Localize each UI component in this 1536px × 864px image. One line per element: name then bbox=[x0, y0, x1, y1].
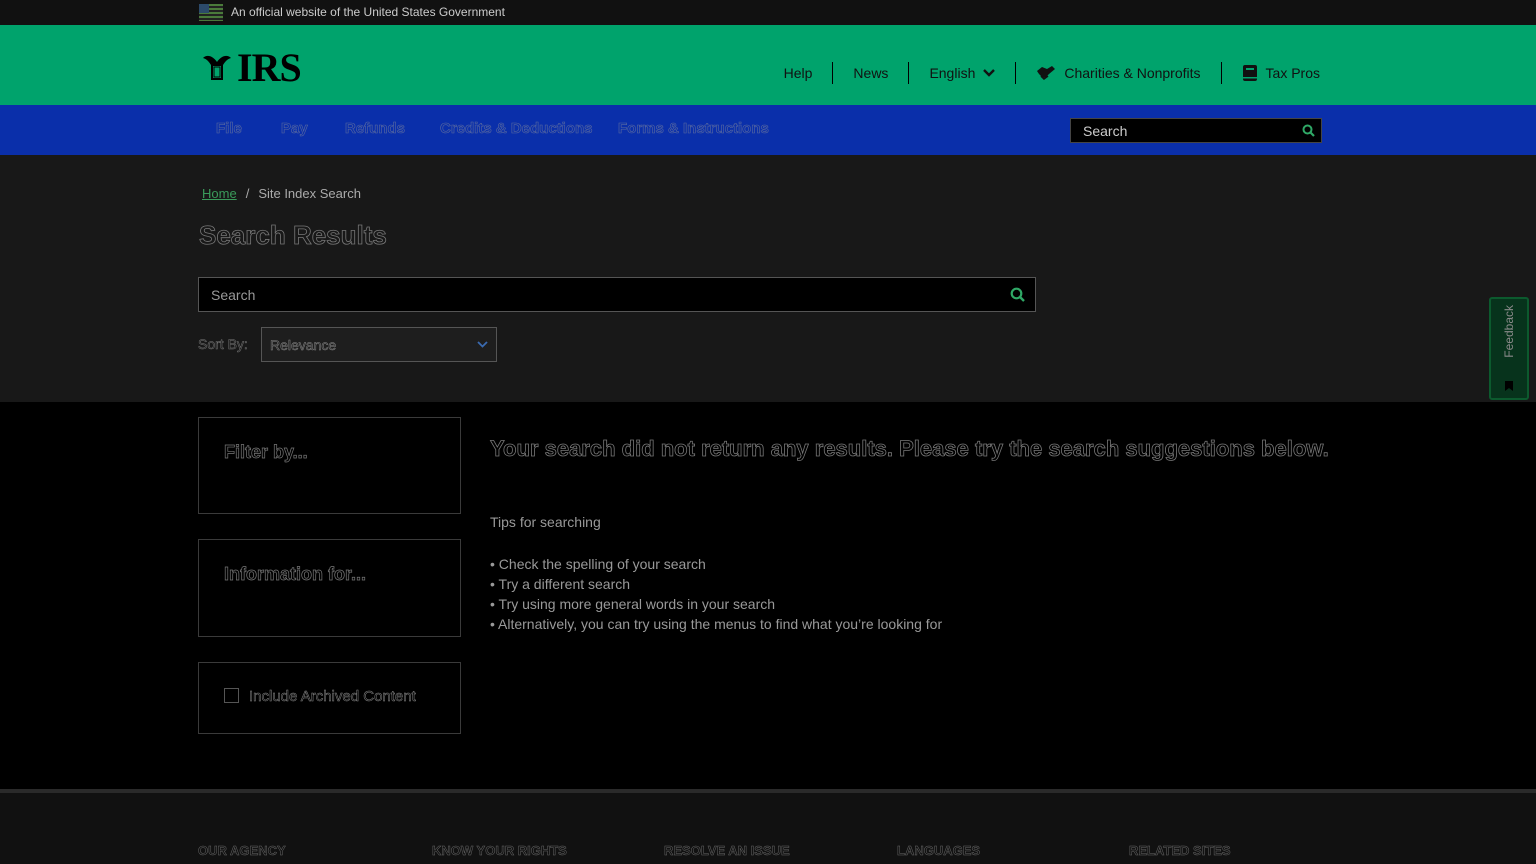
site-footer: Our Agency Know Your Rights Resolve an I… bbox=[0, 789, 1536, 864]
archived-content-label[interactable]: Include Archived Content bbox=[249, 688, 416, 706]
tip-item: • Check the spelling of your search bbox=[490, 556, 706, 572]
tip-item: • Alternatively, you can try using the m… bbox=[490, 616, 943, 632]
help-label: Help bbox=[783, 65, 813, 81]
nav-refunds[interactable]: Refunds bbox=[345, 120, 406, 138]
tip-item: • Try using more general words in your s… bbox=[490, 596, 776, 612]
nav-search-input[interactable] bbox=[1071, 122, 1295, 139]
nav-search-box bbox=[1070, 118, 1322, 143]
logo-text: IRS bbox=[237, 45, 302, 90]
breadcrumb-separator: / bbox=[245, 186, 250, 201]
sort-select[interactable]: Relevance bbox=[261, 327, 497, 362]
nav-credits-deductions[interactable]: Credits & Deductions bbox=[440, 120, 593, 138]
footer-heading-languages: Languages bbox=[897, 843, 981, 859]
filter-by-panel: Filter by... bbox=[198, 417, 461, 514]
utility-nav: Help News English Charities & Nonprofits… bbox=[764, 62, 1320, 84]
breadcrumb-current: Site Index Search bbox=[258, 186, 361, 201]
site-header: IRS Help News English Charities & Nonpro… bbox=[0, 25, 1536, 105]
language-label: English bbox=[929, 65, 976, 81]
feedback-icon bbox=[1505, 381, 1513, 391]
information-for-title[interactable]: Information for... bbox=[224, 564, 367, 585]
charities-link[interactable]: Charities & Nonprofits bbox=[1015, 62, 1220, 84]
tips-title: Tips for searching bbox=[490, 514, 601, 530]
search-icon bbox=[1302, 124, 1315, 137]
news-link[interactable]: News bbox=[832, 62, 908, 84]
news-label: News bbox=[853, 65, 889, 81]
page-title: Search Results bbox=[199, 220, 388, 251]
tip-item: • Try a different search bbox=[490, 576, 631, 592]
footer-heading-our-agency: Our Agency bbox=[198, 843, 286, 859]
charities-label: Charities & Nonprofits bbox=[1064, 65, 1201, 81]
handshake-icon bbox=[1037, 66, 1056, 81]
feedback-tab[interactable]: Feedback bbox=[1489, 297, 1529, 400]
breadcrumb: Home / Site Index Search bbox=[202, 186, 361, 201]
footer-heading-related-sites: Related Sites bbox=[1129, 843, 1231, 859]
help-link[interactable]: Help bbox=[764, 62, 833, 84]
main-search-input[interactable] bbox=[199, 286, 999, 303]
eagle-icon bbox=[203, 55, 231, 80]
filter-by-title[interactable]: Filter by... bbox=[224, 442, 308, 463]
nav-forms-instructions[interactable]: Forms & Instructions bbox=[618, 120, 769, 138]
information-for-panel: Information for... bbox=[198, 539, 461, 637]
feedback-label: Feedback bbox=[1502, 305, 1516, 358]
footer-heading-know-your-rights: Know Your Rights bbox=[432, 843, 567, 859]
language-dropdown[interactable]: English bbox=[908, 62, 1015, 84]
tips-list: • Check the spelling of your search • Tr… bbox=[490, 554, 942, 634]
gov-banner: An official website of the United States… bbox=[0, 0, 1536, 25]
nav-file[interactable]: File bbox=[216, 120, 242, 138]
sort-value: Relevance bbox=[270, 336, 337, 353]
nav-search-button[interactable] bbox=[1295, 119, 1321, 142]
tax-pros-link[interactable]: Tax Pros bbox=[1220, 62, 1320, 84]
us-flag-icon bbox=[199, 4, 223, 21]
breadcrumb-home-link[interactable]: Home bbox=[202, 186, 237, 201]
archived-content-panel: Include Archived Content bbox=[198, 662, 461, 734]
main-search-button[interactable] bbox=[999, 278, 1035, 311]
sort-label: Sort By: bbox=[198, 336, 248, 353]
footer-heading-resolve-an-issue: Resolve an Issue bbox=[664, 843, 790, 859]
search-icon bbox=[1010, 287, 1025, 302]
archived-content-checkbox[interactable] bbox=[224, 688, 239, 703]
book-icon bbox=[1242, 65, 1257, 81]
gov-banner-text: An official website of the United States… bbox=[231, 5, 505, 19]
irs-logo[interactable]: IRS bbox=[199, 45, 302, 90]
tax-pros-label: Tax Pros bbox=[1265, 65, 1320, 81]
chevron-down-icon bbox=[983, 69, 996, 77]
no-results-message: Your search did not return any results. … bbox=[490, 436, 1329, 462]
nav-pay[interactable]: Pay bbox=[281, 120, 308, 138]
main-search-box bbox=[198, 277, 1036, 312]
chevron-down-icon bbox=[477, 341, 488, 348]
